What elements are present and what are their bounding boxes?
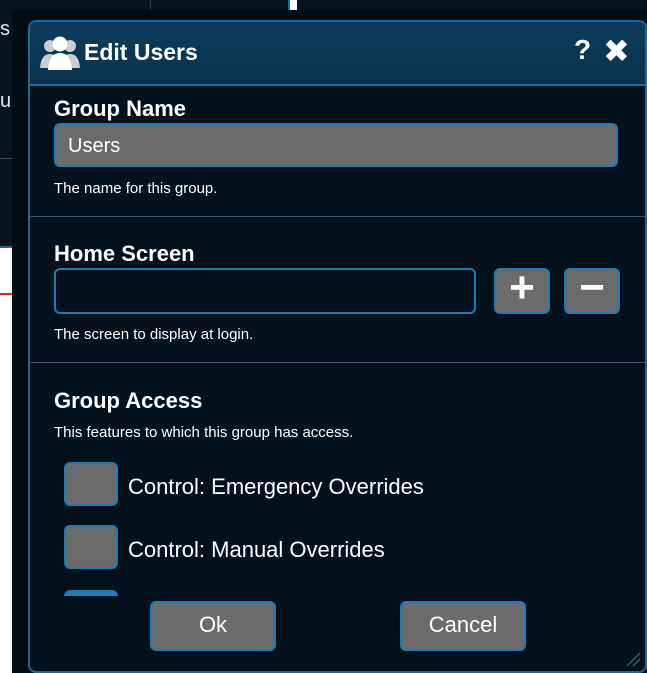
home-screen-input[interactable]: [54, 268, 476, 314]
home-screen-label: Home Screen: [54, 241, 195, 266]
manual-overrides-label[interactable]: Control: Manual Overrides: [128, 537, 385, 563]
next-checkbox-partial[interactable]: [64, 590, 118, 596]
section-divider: [30, 216, 645, 217]
dialog-frame: Edit Users ? ✖ Group Name Users The name…: [28, 20, 647, 673]
users-group-icon: [40, 36, 80, 70]
group-access-help: This features to which this group has ac…: [54, 424, 354, 441]
background-window-edge: [297, 0, 647, 10]
add-home-screen-button[interactable]: +: [494, 266, 550, 314]
group-name-help: The name for this group.: [54, 180, 218, 197]
dialog-titlebar[interactable]: Edit Users ? ✖: [30, 22, 645, 86]
group-name-label: Group Name: [54, 96, 187, 121]
section-divider: [30, 362, 645, 363]
group-name-input[interactable]: Users: [54, 123, 618, 167]
home-screen-help: The screen to display at login.: [54, 326, 254, 343]
dialog-title: Edit Users: [84, 39, 198, 65]
close-button[interactable]: ✖: [603, 32, 630, 70]
manual-overrides-checkbox[interactable]: [64, 525, 118, 569]
emergency-overrides-label[interactable]: Control: Emergency Overrides: [128, 474, 424, 500]
cancel-button[interactable]: Cancel: [400, 601, 526, 651]
ok-button[interactable]: Ok: [150, 601, 276, 651]
background-text-fragment: u: [0, 90, 12, 112]
group-access-label: Group Access: [54, 388, 203, 413]
background-text-fragment: s: [0, 18, 10, 40]
remove-home-screen-button[interactable]: −: [564, 266, 620, 314]
resize-grip-icon[interactable]: [623, 649, 641, 667]
edit-users-dialog: Edit Users ? ✖ Group Name Users The name…: [12, 10, 647, 673]
help-button[interactable]: ?: [574, 34, 591, 66]
emergency-overrides-checkbox[interactable]: [64, 462, 118, 506]
